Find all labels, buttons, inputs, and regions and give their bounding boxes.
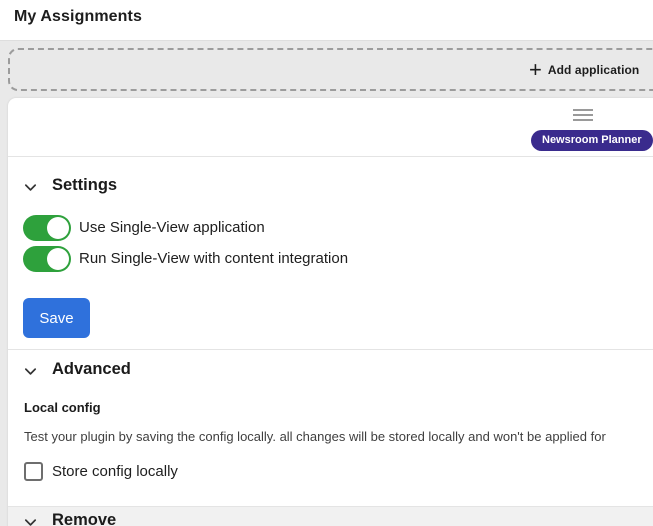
- section-header-settings[interactable]: Settings: [8, 176, 653, 200]
- divider: [8, 349, 653, 350]
- advanced-section-title: Advanced: [52, 360, 131, 379]
- chevron-down-icon: [23, 364, 38, 379]
- toggle-label-content-integration: Run Single-View with content integration: [79, 250, 348, 267]
- divider: [8, 156, 653, 157]
- page-title: My Assignments: [14, 8, 142, 26]
- toggle-knob: [47, 248, 69, 270]
- screen: My Assignments + Add application Newsroo…: [0, 0, 653, 526]
- top-bar: My Assignments: [0, 0, 653, 40]
- app-badge: Newsroom Planner: [531, 130, 653, 151]
- store-config-checkbox-label: Store config locally: [52, 463, 178, 480]
- add-application-dropzone: + Add application: [8, 48, 653, 91]
- toggle-use-single-view[interactable]: [23, 215, 71, 241]
- local-config-description: Test your plugin by saving the config lo…: [24, 429, 653, 444]
- settings-section-title: Settings: [52, 176, 117, 195]
- toggle-label-use-single-view: Use Single-View application: [79, 219, 265, 236]
- store-config-checkbox[interactable]: [24, 462, 43, 481]
- chevron-down-icon: [23, 180, 38, 195]
- add-application-label: Add application: [548, 63, 640, 77]
- save-button[interactable]: Save: [23, 298, 90, 338]
- chevron-down-icon: [23, 515, 38, 526]
- toggle-content-integration[interactable]: [23, 246, 71, 272]
- local-config-subheading: Local config: [24, 400, 101, 415]
- workspace: + Add application Newsroom Planner Setti…: [0, 40, 653, 526]
- remove-section-title: Remove: [52, 511, 116, 526]
- toggle-knob: [47, 217, 69, 239]
- section-header-advanced[interactable]: Advanced: [8, 360, 653, 384]
- application-card: Newsroom Planner Settings Use Single-Vie…: [8, 98, 653, 526]
- drag-handle-icon[interactable]: [573, 109, 593, 124]
- add-application-button[interactable]: + Add application: [529, 63, 639, 77]
- plus-icon: +: [529, 63, 542, 77]
- section-header-remove[interactable]: Remove: [8, 511, 653, 526]
